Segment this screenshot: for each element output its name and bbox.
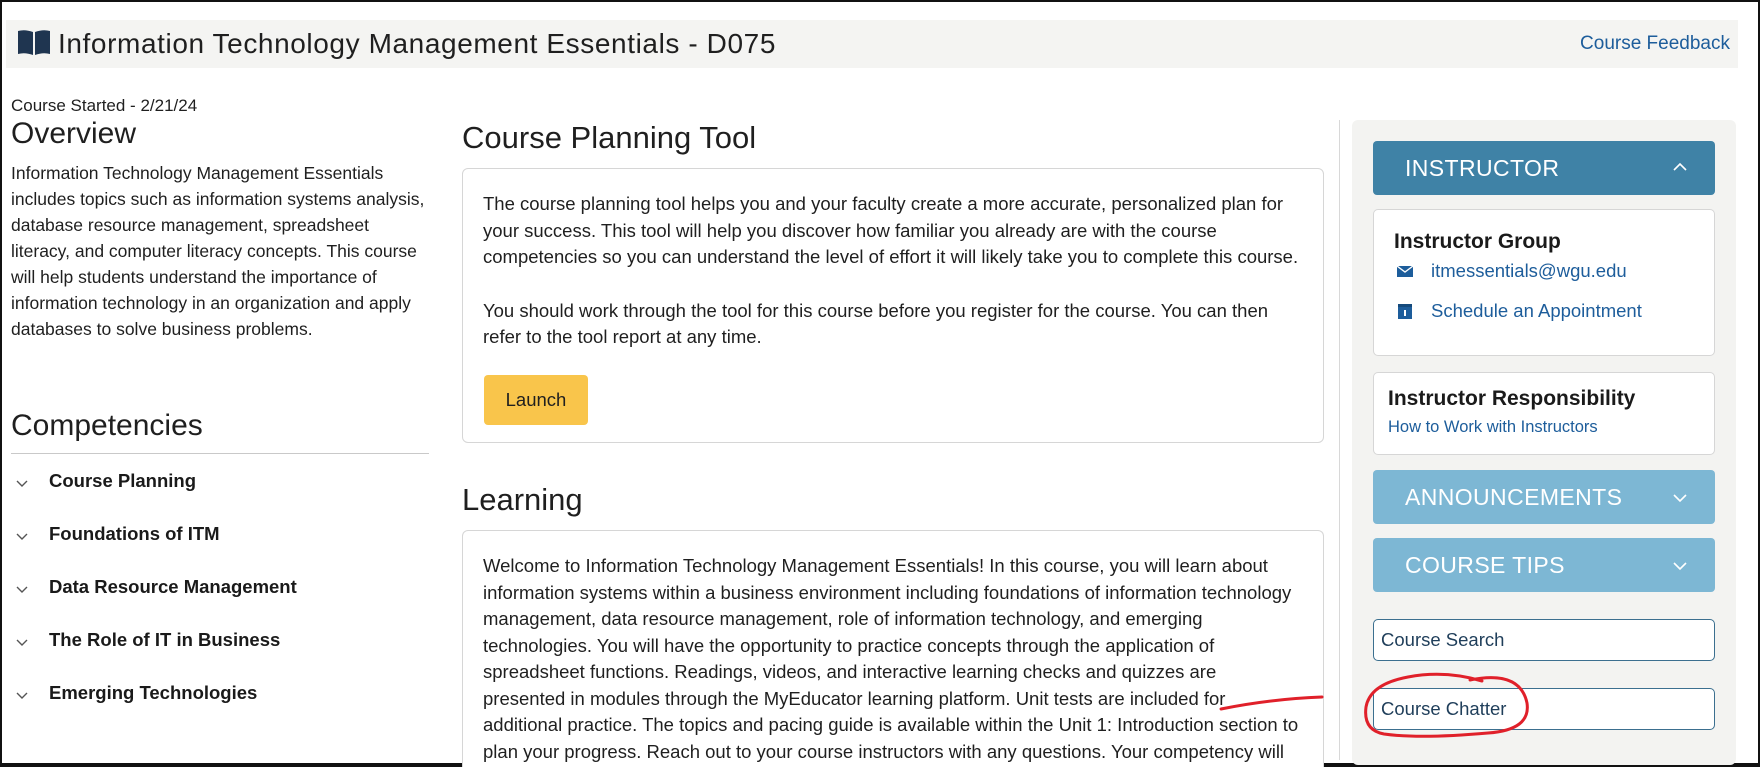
main-column: Course Planning Tool The course planning… (462, 118, 1324, 767)
course-tips-accordion-label: COURSE TIPS (1405, 552, 1565, 578)
instructor-email-link[interactable]: itmessentials@wgu.edu (1396, 260, 1696, 284)
course-planning-tool-card: The course planning tool helps you and y… (462, 168, 1324, 443)
course-title: Information Technology Management Essent… (58, 28, 777, 59)
column-divider (1339, 120, 1340, 760)
course-started-date: Course Started - 2/21/24 (11, 96, 198, 115)
competency-label: Data Resource Management (49, 576, 297, 597)
instructor-group-panel: Instructor Group itmessentials@wgu.edu S… (1373, 209, 1715, 356)
competencies-list: Course Planning Foundations of ITM Data … (11, 466, 429, 731)
instructor-email: itmessentials@wgu.edu (1431, 260, 1627, 281)
instructor-accordion-label: INSTRUCTOR (1405, 155, 1560, 181)
competency-item-foundations-of-itm[interactable]: Foundations of ITM (11, 519, 429, 572)
course-search-button[interactable]: Course Search (1373, 619, 1715, 661)
instructor-group-title: Instructor Group (1394, 230, 1561, 253)
competency-item-emerging-technologies[interactable]: Emerging Technologies (11, 678, 429, 731)
book-icon (18, 30, 50, 55)
calendar-icon (1398, 304, 1412, 319)
instructor-responsibility-title: Instructor Responsibility (1388, 387, 1636, 410)
learning-card: Welcome to Information Technology Manage… (462, 530, 1324, 767)
chevron-down-icon (16, 533, 28, 540)
learning-description: Welcome to Information Technology Manage… (483, 555, 1299, 762)
chevron-down-icon (16, 639, 28, 646)
course-planning-tool-heading: Course Planning Tool (462, 120, 757, 155)
overview-heading: Overview (11, 117, 137, 150)
chevron-down-icon (16, 480, 28, 487)
course-header: Information Technology Management Essent… (6, 20, 1738, 68)
chevron-down-icon (1673, 562, 1687, 571)
how-to-work-with-instructors-link[interactable]: How to Work with Instructors (1388, 418, 1598, 437)
chevron-down-icon (1673, 494, 1687, 503)
competency-label: Course Planning (49, 470, 196, 491)
competencies-heading: Competencies (11, 409, 203, 442)
schedule-appointment-link[interactable]: Schedule an Appointment (1396, 300, 1696, 324)
competency-label: Emerging Technologies (49, 682, 258, 703)
competencies-divider (11, 453, 429, 454)
chevron-down-icon (16, 586, 28, 593)
overview-text: Information Technology Management Essent… (11, 163, 425, 339)
instructor-responsibility-panel: Instructor Responsibility How to Work wi… (1373, 372, 1715, 455)
course-feedback-link[interactable]: Course Feedback (1580, 33, 1730, 55)
chevron-down-icon (16, 692, 28, 699)
announcements-accordion[interactable]: ANNOUNCEMENTS (1373, 470, 1715, 524)
schedule-appointment-label: Schedule an Appointment (1431, 300, 1642, 321)
left-column: Course Started - 2/21/24 Overview Inform… (11, 96, 429, 703)
mail-icon (1396, 265, 1414, 277)
planning-instruction: You should work through the tool for thi… (483, 299, 1269, 348)
course-tips-accordion[interactable]: COURSE TIPS (1373, 538, 1715, 592)
course-chatter-button[interactable]: Course Chatter (1373, 688, 1715, 730)
planning-description: The course planning tool helps you and y… (483, 193, 1299, 267)
competency-item-course-planning[interactable]: Course Planning (11, 466, 429, 519)
learning-heading: Learning (462, 482, 583, 517)
competency-item-data-resource-management[interactable]: Data Resource Management (11, 572, 429, 625)
instructor-accordion[interactable]: INSTRUCTOR (1373, 141, 1715, 195)
announcements-accordion-label: ANNOUNCEMENTS (1405, 484, 1623, 510)
launch-button[interactable]: Launch (484, 375, 588, 425)
chevron-up-icon (1673, 162, 1687, 171)
competency-label: Foundations of ITM (49, 523, 220, 544)
competency-label: The Role of IT in Business (49, 629, 281, 650)
competency-item-role-of-it-in-business[interactable]: The Role of IT in Business (11, 625, 429, 678)
